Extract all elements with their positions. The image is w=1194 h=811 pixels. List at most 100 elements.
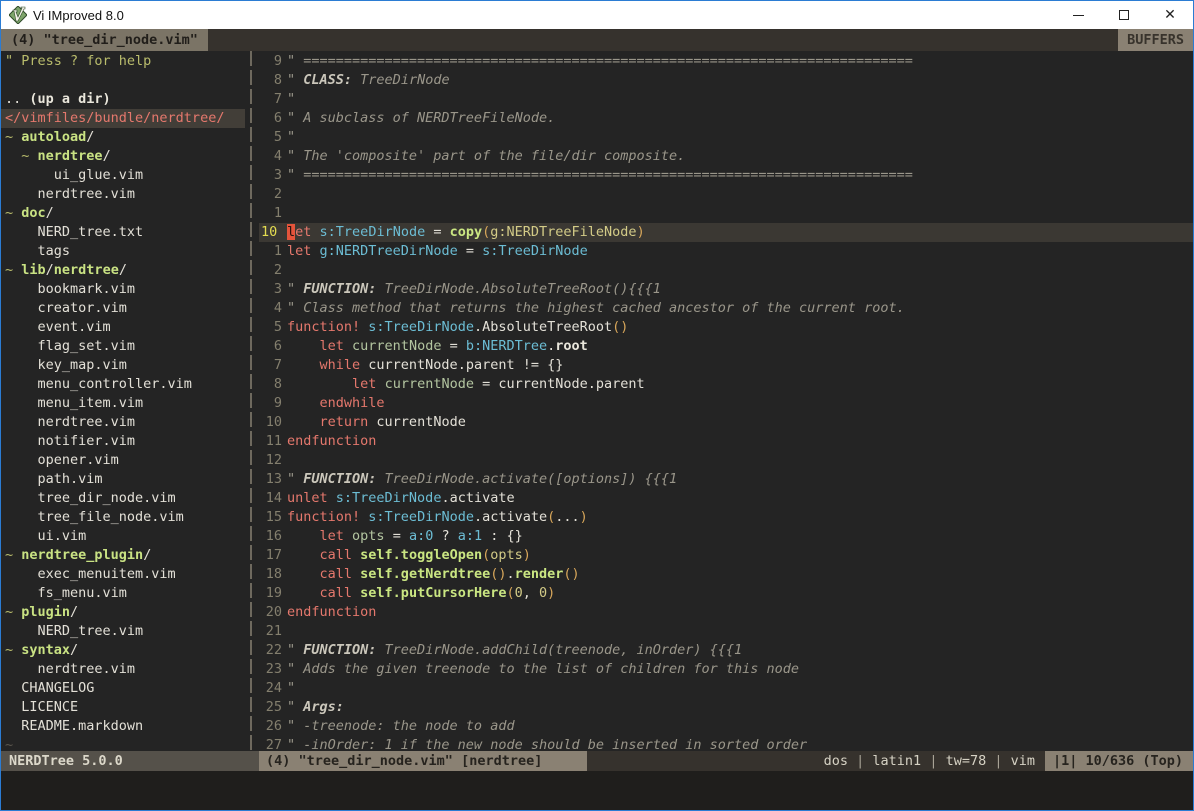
buffers-tab[interactable]: BUFFERS [1118, 29, 1193, 51]
tree-item[interactable]: key_map.vim [1, 356, 245, 375]
code-line[interactable]: 17 call self.toggleOpen(opts) [259, 546, 1193, 565]
code-line[interactable]: 15function! s:TreeDirNode.activate(...) [259, 508, 1193, 527]
code-line[interactable]: 5" [259, 128, 1193, 147]
code-line[interactable]: 22" FUNCTION: TreeDirNode.addChild(treen… [259, 641, 1193, 660]
code-line[interactable]: 24" [259, 679, 1193, 698]
tree-item[interactable]: ~ doc/ [1, 204, 245, 223]
text-token [344, 528, 352, 544]
tree-item[interactable]: ~ syntax/ [1, 641, 245, 660]
text-token: " [287, 281, 303, 297]
text-token: = [458, 243, 482, 259]
tree-item[interactable]: NERD_tree.vim [1, 622, 245, 641]
tree-item[interactable]: notifier.vim [1, 432, 245, 451]
code-line[interactable]: 7" [259, 90, 1193, 109]
code-line[interactable]: 7 while currentNode.parent != {} [259, 356, 1193, 375]
tree-item[interactable]: menu_controller.vim [1, 375, 245, 394]
code-line[interactable]: 8 let currentNode = currentNode.parent [259, 375, 1193, 394]
tree-item[interactable]: fs_menu.vim [1, 584, 245, 603]
code-line[interactable]: 10 return currentNode [259, 413, 1193, 432]
tree-item[interactable]: bookmark.vim [1, 280, 245, 299]
text-token: ( [482, 547, 490, 563]
code-line[interactable]: 9 endwhile [259, 394, 1193, 413]
text-token [287, 395, 320, 411]
tree-item[interactable]: tree_file_node.vim [1, 508, 245, 527]
code-line[interactable]: 13" FUNCTION: TreeDirNode.activate([opti… [259, 470, 1193, 489]
tree-item[interactable]: </vimfiles/bundle/nerdtree/ [1, 109, 245, 128]
code-line[interactable]: 14unlet s:TreeDirNode.activate [259, 489, 1193, 508]
tree-item[interactable]: exec_menuitem.vim [1, 565, 245, 584]
text-token: nerdtree.vim [5, 186, 135, 202]
tree-item[interactable]: tree_dir_node.vim [1, 489, 245, 508]
close-button[interactable]: ✕ [1147, 1, 1193, 29]
code-line[interactable]: 3" FUNCTION: TreeDirNode.AbsoluteTreeRoo… [259, 280, 1193, 299]
code-lines[interactable]: 9" =====================================… [259, 51, 1193, 751]
tree-item[interactable]: ~ nerdtree_plugin/ [1, 546, 245, 565]
tree-item[interactable] [1, 71, 245, 90]
text-token: 0 [515, 585, 523, 601]
tree-item[interactable]: README.markdown [1, 717, 245, 736]
tree-item[interactable]: ~ [1, 736, 245, 751]
code-line[interactable]: 3" =====================================… [259, 166, 1193, 185]
maximize-button[interactable] [1101, 1, 1147, 29]
tree-item[interactable]: nerdtree.vim [1, 413, 245, 432]
tree-item[interactable]: flag_set.vim [1, 337, 245, 356]
code-line[interactable]: 23" Adds the given treenode to the list … [259, 660, 1193, 679]
text-token: creator.vim [5, 300, 127, 316]
code-line[interactable]: 4" The 'composite' part of the file/dir … [259, 147, 1193, 166]
code-line[interactable]: 2 [259, 185, 1193, 204]
code-line[interactable]: 6 let currentNode = b:NERDTree.root [259, 337, 1193, 356]
text-token: / [119, 262, 127, 278]
tree-item[interactable]: ~ lib/nerdtree/ [1, 261, 245, 280]
tree-item[interactable]: NERD_tree.txt [1, 223, 245, 242]
tree-item[interactable]: ~ autoload/ [1, 128, 245, 147]
tree-item[interactable]: ~ plugin/ [1, 603, 245, 622]
code-line[interactable]: 25" Args: [259, 698, 1193, 717]
code-line[interactable]: 4" Class method that returns the highest… [259, 299, 1193, 318]
text-token [344, 338, 352, 354]
code-line[interactable]: 8" CLASS: TreeDirNode [259, 71, 1193, 90]
tree-item[interactable]: nerdtree.vim [1, 660, 245, 679]
tree-item[interactable]: ui.vim [1, 527, 245, 546]
tree-item[interactable]: .. (up a dir) [1, 90, 245, 109]
code-line[interactable]: 9" =====================================… [259, 52, 1193, 71]
titlebar: Vi IMproved 8.0 ✕ [1, 1, 1193, 29]
code-line[interactable]: 2 [259, 261, 1193, 280]
code-line[interactable]: 10let s:TreeDirNode = copy(g:NERDTreeFil… [259, 223, 1193, 242]
code-line[interactable]: 18 call self.getNerdtree().render() [259, 565, 1193, 584]
code-line[interactable]: 19 call self.putCursorHere(0, 0) [259, 584, 1193, 603]
code-line[interactable]: 1let g:NERDTreeDirNode = s:TreeDirNode [259, 242, 1193, 261]
tree-item[interactable]: ui_glue.vim [1, 166, 245, 185]
command-line[interactable] [1, 771, 1193, 810]
statusline-flags: dos | latin1 | tw=78 | vim [587, 751, 1045, 771]
code-line[interactable]: 1 [259, 204, 1193, 223]
minimize-button[interactable] [1055, 1, 1101, 29]
tree-item[interactable]: ~ nerdtree/ [1, 147, 245, 166]
code-line[interactable]: 21 [259, 622, 1193, 641]
tree-item[interactable]: path.vim [1, 470, 245, 489]
tabline: (4) "tree_dir_node.vim" BUFFERS [1, 29, 1193, 51]
tree-item[interactable]: event.vim [1, 318, 245, 337]
code-line[interactable]: 27" -inOrder: 1 if the new node should b… [259, 736, 1193, 751]
text-token: " Adds the given treenode to the list of… [287, 661, 799, 677]
text-token: nerdtree.vim [5, 661, 135, 677]
code-line[interactable]: 6" A subclass of NERDTreeFileNode. [259, 109, 1193, 128]
tab-tree-dir-node[interactable]: (4) "tree_dir_node.vim" [1, 29, 208, 51]
tree-item[interactable]: menu_item.vim [1, 394, 245, 413]
code-line[interactable]: 5function! s:TreeDirNode.AbsoluteTreeRoo… [259, 318, 1193, 337]
tree-item[interactable]: creator.vim [1, 299, 245, 318]
maximize-icon [1119, 10, 1129, 20]
tree-item[interactable]: nerdtree.vim [1, 185, 245, 204]
text-token: . [506, 566, 514, 582]
text-token: " -inOrder: 1 if the new node should be … [287, 737, 807, 751]
code-line[interactable]: 20endfunction [259, 603, 1193, 622]
tree-item[interactable]: opener.vim [1, 451, 245, 470]
code-line[interactable]: 12 [259, 451, 1193, 470]
tree-item[interactable]: LICENCE [1, 698, 245, 717]
code-line[interactable]: 26" -treenode: the node to add [259, 717, 1193, 736]
code-line[interactable]: 11endfunction [259, 432, 1193, 451]
tree-item[interactable]: tags [1, 242, 245, 261]
tree-item[interactable]: CHANGELOG [1, 679, 245, 698]
code-line[interactable]: 16 let opts = a:0 ? a:1 : {} [259, 527, 1193, 546]
window-split-separator[interactable] [245, 51, 259, 751]
tree-item[interactable]: " Press ? for help [1, 52, 245, 71]
